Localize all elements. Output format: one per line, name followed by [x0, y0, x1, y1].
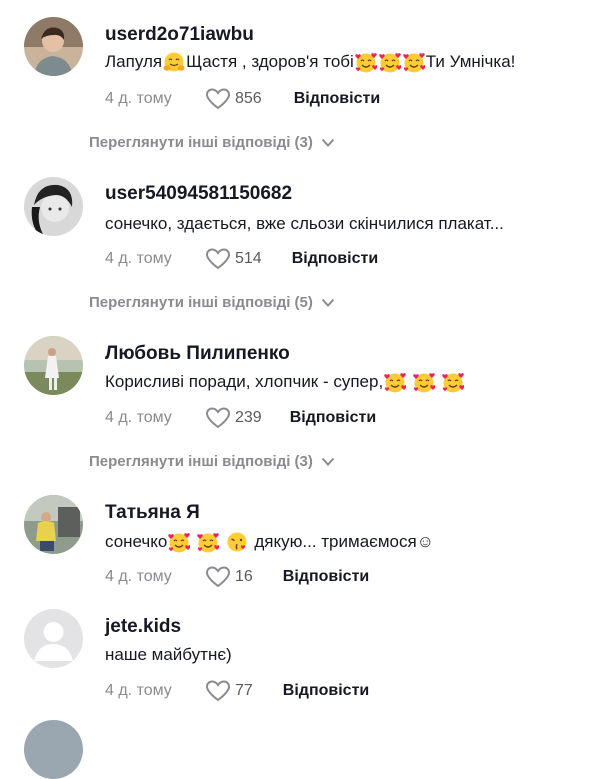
smiling-face-with-hearts-emoji [413, 371, 436, 393]
comment-text-part: дякую... тримаємося☺ [254, 532, 435, 551]
heart-outline-icon [206, 88, 230, 109]
heart-outline-icon [206, 407, 230, 428]
heart-outline-icon [206, 248, 230, 269]
avatar[interactable] [24, 495, 83, 554]
comment-text: Лапуля Щастя , здоров'я тобі Ти Умнічка! [105, 51, 515, 73]
like-count: 514 [235, 250, 262, 267]
smiling-face-with-hearts-emoji [354, 51, 377, 73]
comment-text-part: Лапуля [105, 52, 163, 71]
avatar[interactable] [24, 17, 83, 76]
chevron-down-icon [321, 298, 335, 306]
hugging-face-emoji [163, 51, 186, 73]
view-replies-label: Переглянути інші відповіді (5) [89, 294, 313, 311]
reply-button[interactable]: Відповісти [294, 90, 380, 108]
comment-meta: 4 д. тому 77 Відповісти [105, 679, 369, 703]
timestamp: 4 д. тому [105, 682, 172, 699]
view-replies-button[interactable]: Переглянути інші відповіді (3) [89, 134, 335, 151]
reply-button[interactable]: Відповісти [292, 250, 378, 268]
username[interactable]: jete.kids [105, 616, 181, 638]
avatar[interactable] [24, 177, 83, 236]
heart-outline-icon [206, 566, 230, 587]
like-button[interactable]: 77 [205, 679, 253, 703]
reply-button[interactable]: Відповісти [283, 568, 369, 586]
timestamp: 4 д. тому [105, 409, 172, 426]
smiling-face-with-hearts-emoji [197, 531, 220, 553]
timestamp: 4 д. тому [105, 250, 172, 267]
comment-text: наше майбутнє) [105, 645, 232, 664]
view-replies-button[interactable]: Переглянути інші відповіді (5) [89, 294, 335, 311]
heart-outline-icon [206, 680, 230, 701]
avatar[interactable] [24, 609, 83, 668]
smiling-face-with-hearts-emoji [402, 51, 425, 73]
view-replies-label: Переглянути інші відповіді (3) [89, 453, 313, 470]
comment-text-part: сонечко [105, 532, 168, 551]
comment-text-part: Щастя , здоров'я тобі [186, 52, 354, 71]
username[interactable]: user54094581150682 [105, 183, 292, 205]
chevron-down-icon [321, 457, 335, 465]
avatar[interactable] [24, 720, 83, 779]
comment-text-part: Корисливі поради, хлопчик - супер, [105, 372, 384, 391]
comment-text-part: Ти Умнічка! [425, 52, 516, 71]
avatar[interactable] [24, 336, 83, 395]
like-count: 856 [235, 90, 262, 107]
like-button[interactable]: 16 [205, 565, 253, 589]
username[interactable]: Любовь Пилипенко [105, 343, 290, 365]
comment-text: Корисливі поради, хлопчик - супер, [105, 371, 465, 393]
username[interactable]: Татьяна Я [105, 502, 200, 524]
smiling-face-with-hearts-emoji [384, 371, 407, 393]
username[interactable]: userd2o71iawbu [105, 24, 254, 46]
comment-meta: 4 д. тому 239 Відповісти [105, 406, 376, 430]
like-count: 239 [235, 409, 262, 426]
like-button[interactable]: 856 [205, 87, 262, 111]
like-button[interactable]: 514 [205, 247, 262, 271]
comment-meta: 4 д. тому 16 Відповісти [105, 565, 369, 589]
view-replies-label: Переглянути інші відповіді (3) [89, 134, 313, 151]
smiling-face-with-hearts-emoji [442, 371, 465, 393]
comment-meta: 4 д. тому 514 Відповісти [105, 247, 378, 271]
like-count: 16 [235, 568, 253, 585]
like-button[interactable]: 239 [205, 406, 262, 430]
smiling-face-with-hearts-emoji [378, 51, 401, 73]
smiling-face-with-hearts-emoji [168, 531, 191, 553]
comment-text: сонечко дякую... тримаємося☺ [105, 531, 434, 553]
face-blowing-kiss-emoji [226, 531, 248, 553]
view-replies-button[interactable]: Переглянути інші відповіді (3) [89, 453, 335, 470]
reply-button[interactable]: Відповісти [283, 682, 369, 700]
timestamp: 4 д. тому [105, 90, 172, 107]
chevron-down-icon [321, 138, 335, 146]
reply-button[interactable]: Відповісти [290, 409, 376, 427]
comment-meta: 4 д. тому 856 Відповісти [105, 87, 380, 111]
comment-text: сонечко, здається, вже сльози скінчилися… [105, 214, 504, 233]
like-count: 77 [235, 682, 253, 699]
timestamp: 4 д. тому [105, 568, 172, 585]
